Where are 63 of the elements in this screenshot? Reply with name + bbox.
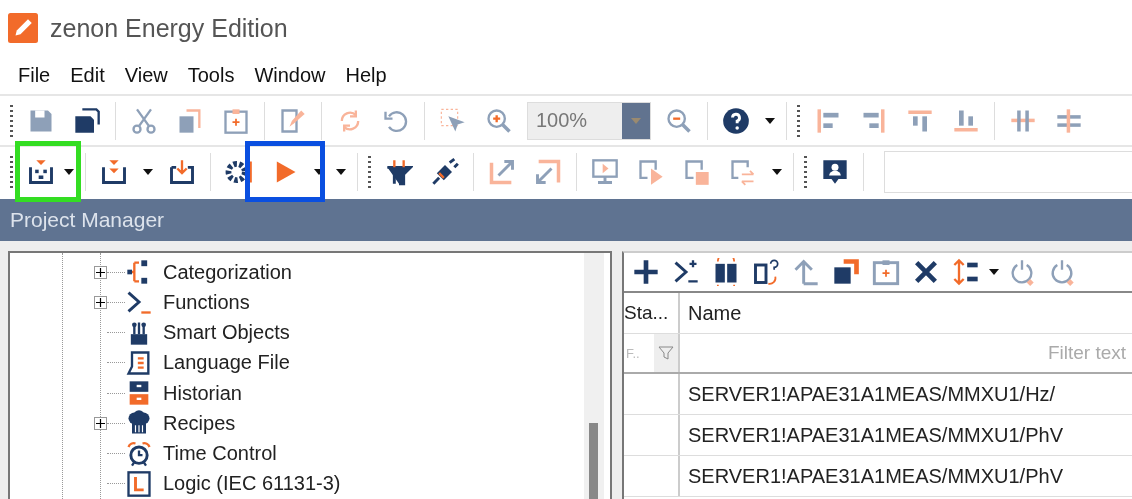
copy-block-icon	[832, 258, 860, 286]
menu-item[interactable]: Edit	[62, 63, 113, 87]
menu-item[interactable]: File	[10, 63, 59, 87]
tree-item[interactable]: Language File	[163, 351, 290, 375]
screen-play-icon	[637, 157, 665, 186]
document-icon	[125, 348, 153, 377]
user-message-icon	[821, 157, 849, 186]
zoom-in-icon	[485, 106, 513, 135]
paste-icon	[222, 106, 250, 135]
table-cell-text: SERVER1!APAE31A1MEAS/MMXU1/PhV	[687, 422, 1064, 448]
table-cell-text: SERVER1!APAE31A1MEAS/MMXU1/Hz/	[687, 381, 1057, 407]
plug-icon	[385, 157, 413, 186]
arrow-up-icon	[792, 258, 820, 286]
sum-add-icon	[672, 258, 700, 286]
filter-button[interactable]	[654, 334, 678, 372]
menu-item[interactable]: Window	[246, 63, 334, 87]
plus-icon	[632, 258, 660, 286]
app-logo-icon	[8, 13, 38, 43]
menu-item[interactable]: View	[116, 63, 176, 87]
tree-item[interactable]: Historian	[163, 381, 242, 405]
screen-switch-icon	[729, 157, 757, 186]
tree-item[interactable]: Recipes	[163, 411, 236, 435]
distribute-vertical-icon	[1055, 106, 1083, 135]
tree-item[interactable]: Categorization	[163, 260, 292, 284]
book-query-icon	[752, 258, 780, 286]
help-icon	[722, 106, 750, 135]
ladder-logic-icon	[125, 469, 153, 498]
cut-icon	[130, 106, 158, 135]
zoom-out-icon	[665, 106, 693, 135]
expand-icon	[488, 157, 516, 186]
collapse-icon	[534, 157, 562, 186]
filter-hint: F..	[625, 345, 640, 361]
expand-toggle[interactable]	[94, 265, 107, 279]
menu-item[interactable]: Help	[337, 63, 395, 87]
scrollbar[interactable]	[584, 253, 604, 499]
caret-icon[interactable]	[631, 117, 641, 124]
window-title: zenon Energy Edition	[50, 13, 288, 43]
save-all-icon	[73, 106, 101, 135]
tree-item[interactable]: Functions	[163, 290, 250, 314]
monitor-play-icon	[591, 157, 619, 186]
build-icon	[100, 157, 128, 186]
unplug-icon	[431, 157, 459, 186]
menu-item[interactable]: Tools	[179, 63, 243, 87]
tree-item[interactable]: Time Control	[163, 442, 277, 466]
toolbar-field[interactable]	[884, 150, 1132, 193]
zoom-field[interactable]: 100%	[527, 101, 651, 140]
column-header[interactable]: Name	[680, 293, 1132, 333]
download-icon	[168, 157, 196, 186]
paste-block-icon	[872, 258, 900, 286]
alarm-clock-icon	[125, 439, 153, 468]
screen-stop-icon	[683, 157, 711, 186]
row-height-icon	[952, 258, 980, 286]
table-cell-text: SERVER1!APAE31A1MEAS/MMXU1/PhV	[687, 463, 1064, 489]
compile-icon	[27, 157, 55, 186]
tree-item[interactable]: Logic (IEC 61131-3)	[163, 472, 341, 496]
expand-toggle[interactable]	[94, 295, 107, 309]
edit-icon	[279, 106, 307, 135]
tree-item[interactable]: Smart Objects	[163, 321, 290, 345]
funnel-icon	[658, 345, 674, 361]
delete-icon	[912, 258, 940, 286]
panel-title: Project Manager	[10, 208, 165, 232]
power-spark-alt-icon	[1048, 258, 1076, 286]
expand-toggle[interactable]	[94, 416, 107, 430]
